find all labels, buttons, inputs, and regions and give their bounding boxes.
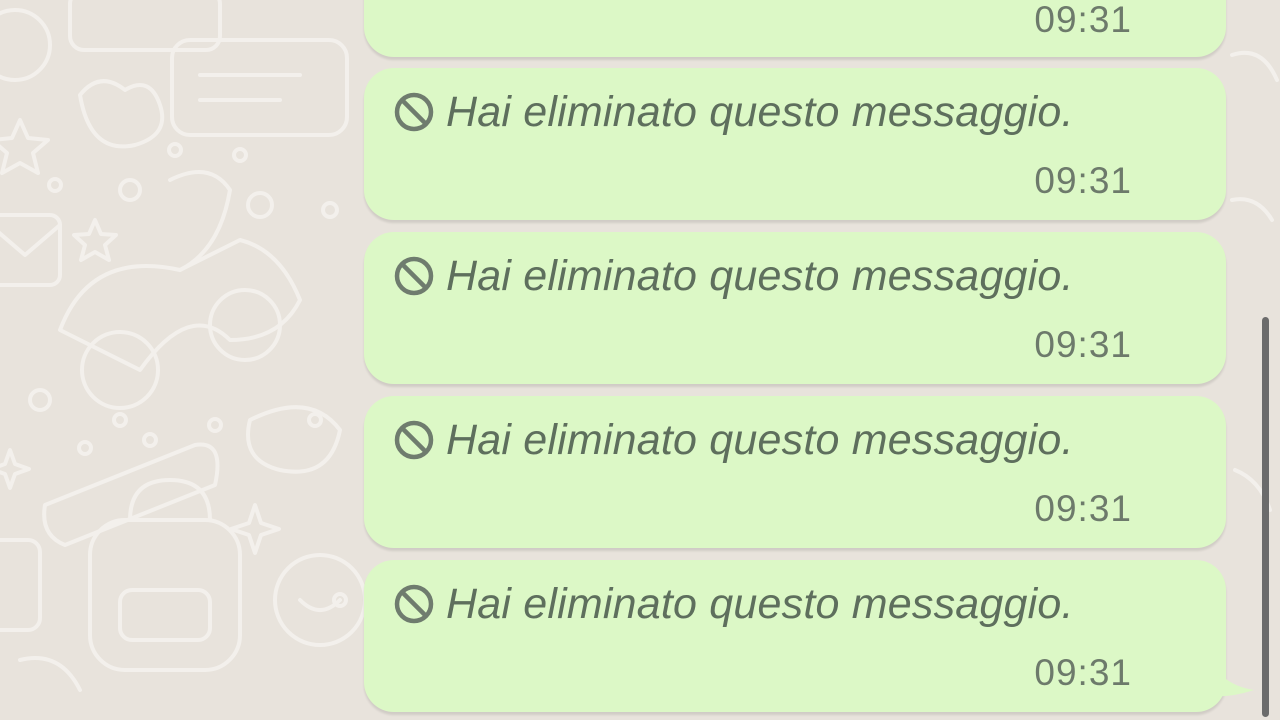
deleted-message-content: Hai eliminato questo messaggio. (392, 252, 1074, 300)
deleted-icon (394, 256, 434, 296)
deleted-message-bubble[interactable]: Hai eliminato questo messaggio. 09:31 (364, 560, 1226, 712)
deleted-message-text: Hai eliminato questo messaggio. (446, 415, 1074, 464)
deleted-message-text: Hai eliminato questo messaggio. (446, 87, 1074, 136)
deleted-message-text: Hai eliminato questo messaggio. (446, 579, 1074, 628)
deleted-icon (394, 584, 434, 624)
deleted-message-text: Hai eliminato questo messaggio. (446, 251, 1074, 300)
deleted-message-content: Hai eliminato questo messaggio. (392, 580, 1074, 628)
message-timestamp: 09:31 (1034, 488, 1132, 529)
chat-thread[interactable]: 09:31 Hai eliminato questo messaggio. 09… (0, 0, 1280, 720)
outgoing-message-bubble[interactable]: 09:31 (364, 0, 1226, 57)
message-timestamp: 09:31 (1034, 0, 1132, 40)
deleted-icon (394, 420, 434, 460)
deleted-message-content: Hai eliminato questo messaggio. (392, 88, 1074, 136)
deleted-icon (394, 92, 434, 132)
deleted-message-bubble[interactable]: Hai eliminato questo messaggio. 09:31 (364, 396, 1226, 548)
message-timestamp: 09:31 (1034, 324, 1132, 365)
scrollbar-thumb[interactable] (1262, 317, 1269, 717)
deleted-message-bubble[interactable]: Hai eliminato questo messaggio. 09:31 (364, 232, 1226, 384)
message-timestamp: 09:31 (1034, 160, 1132, 201)
message-timestamp: 09:31 (1034, 652, 1132, 693)
deleted-message-bubble[interactable]: Hai eliminato questo messaggio. 09:31 (364, 68, 1226, 220)
bubble-tail-icon (1208, 650, 1254, 697)
deleted-message-content: Hai eliminato questo messaggio. (392, 416, 1074, 464)
